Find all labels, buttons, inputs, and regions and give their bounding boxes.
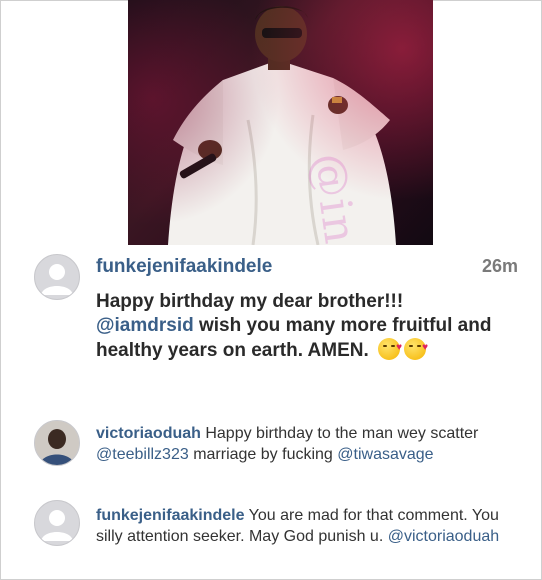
avatar[interactable] (34, 254, 80, 300)
comment-text: Happy birthday to the man wey scatter (200, 425, 479, 442)
comment-mention[interactable]: @victoriaoduah (388, 528, 499, 545)
caption-mention[interactable]: @iamdrsid (96, 315, 194, 336)
post-timestamp: 26m (482, 256, 519, 276)
comment-username[interactable]: victoriaoduah (96, 425, 201, 442)
avatar[interactable] (34, 500, 80, 546)
comment-text: marriage by fucking (188, 446, 338, 463)
comment-mention[interactable]: @teebillz323 (96, 446, 189, 463)
user-photo-icon (35, 421, 79, 465)
default-avatar-icon (41, 510, 73, 541)
caption-text: Happy birthday my dear brother!!! (96, 291, 404, 312)
kiss-emoji-icon: ♥ (404, 338, 428, 360)
kiss-emoji-icon: ♥ (378, 338, 402, 360)
comment-item: victoriaoduah Happy birthday to the man … (96, 423, 506, 465)
stage-lights (128, 0, 433, 245)
comment-item: funkejenifaakindele You are mad for that… (96, 505, 506, 547)
post-username[interactable]: funkejenifaakindele (96, 256, 272, 278)
default-avatar-icon (41, 264, 73, 295)
comment-username[interactable]: funkejenifaakindele (96, 507, 245, 524)
comment-mention[interactable]: @tiwasavage (337, 446, 433, 463)
post-caption: Happy birthday my dear brother!!! @iamdr… (96, 290, 506, 363)
avatar[interactable] (34, 420, 80, 466)
post-photo[interactable]: @instablog9ja (128, 0, 433, 245)
